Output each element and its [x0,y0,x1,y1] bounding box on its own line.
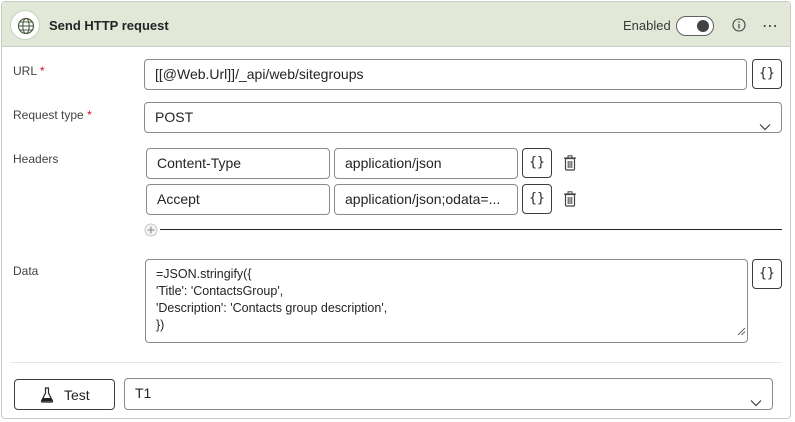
data-expression-button[interactable]: {} [752,259,782,289]
data-line: =JSON.stringify({ [156,267,252,281]
chevron-down-icon [750,388,762,409]
header-name-input[interactable]: Content-Type [146,148,330,179]
test-environment-value: T1 [135,385,152,401]
send-http-request-card: Send HTTP request Enabled ⋯ URL * [[@Web… [1,1,791,419]
test-button-label: Test [64,387,90,403]
footer-separator [10,362,782,363]
data-line: 'Description': 'Contacts group descripti… [156,301,388,315]
data-label: Data [13,264,39,278]
test-button[interactable]: Test [14,379,115,410]
trash-icon[interactable] [563,191,577,212]
url-expression-button[interactable]: {} [752,59,782,89]
header-expression-button[interactable]: {} [522,184,552,214]
header-value-input[interactable]: application/json;odata=... [334,184,518,215]
headers-divider [160,229,782,230]
data-line: }) [156,318,165,332]
request-type-label: Request type * [13,108,92,122]
add-icon[interactable] [144,223,158,242]
more-icon[interactable]: ⋯ [762,16,779,36]
request-type-select[interactable]: POST [144,102,782,133]
header-name-input[interactable]: Accept [146,184,330,215]
request-type-value: POST [155,109,194,125]
enabled-toggle[interactable] [676,16,714,36]
url-input[interactable]: [[@Web.Url]]/_api/web/sitegroups [144,59,747,90]
test-environment-select[interactable]: T1 [124,378,773,410]
data-line: 'Title': 'ContactsGroup', [156,284,284,298]
headers-label: Headers [13,152,59,166]
url-label: URL * [13,64,45,78]
card-title: Send HTTP request [49,18,169,33]
enabled-label: Enabled [623,18,671,33]
chevron-down-icon [759,112,771,132]
globe-icon [10,10,40,40]
flask-icon [40,387,54,406]
resize-handle-icon[interactable] [737,324,746,341]
data-textarea[interactable]: =JSON.stringify({ 'Title': 'ContactsGrou… [145,259,748,343]
header-expression-button[interactable]: {} [522,148,552,178]
info-icon[interactable] [732,18,746,37]
trash-icon[interactable] [563,155,577,176]
header-value-input[interactable]: application/json [334,148,518,179]
card-header: Send HTTP request Enabled ⋯ [2,2,790,47]
